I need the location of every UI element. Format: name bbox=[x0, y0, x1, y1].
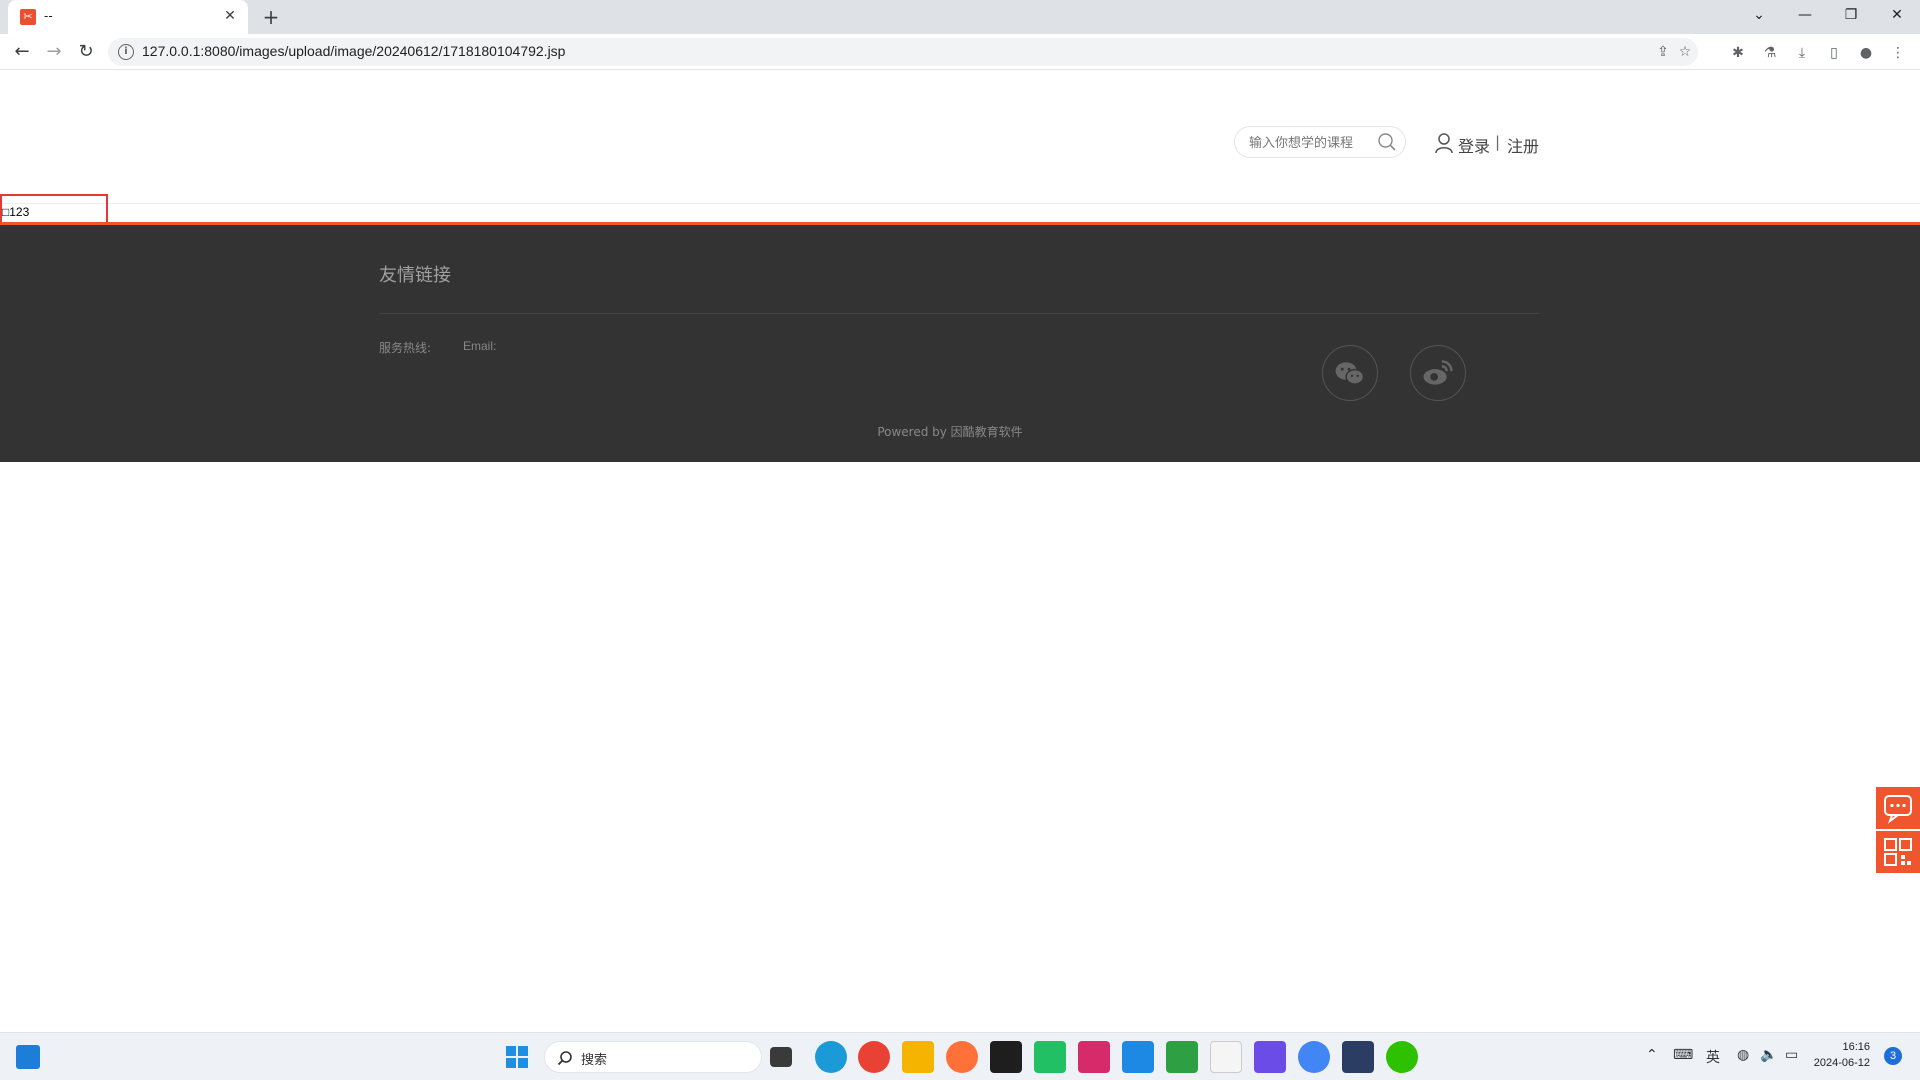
app-green-feather-icon[interactable] bbox=[1166, 1041, 1198, 1073]
app-bolt-icon[interactable] bbox=[1254, 1041, 1286, 1073]
labs-flask-icon[interactable]: ⚗ bbox=[1759, 42, 1781, 64]
app-green-icon[interactable] bbox=[1034, 1041, 1066, 1073]
login-link[interactable]: 登录 bbox=[1458, 133, 1490, 157]
register-link[interactable]: 注册 bbox=[1507, 133, 1539, 157]
header-divider bbox=[0, 203, 1920, 204]
chrome-active-icon[interactable] bbox=[1298, 1041, 1330, 1073]
course-search-input[interactable] bbox=[1249, 133, 1369, 153]
taskbar-search-label: 搜索 bbox=[581, 1053, 608, 1068]
powered-by-text: Powered by 因酷教育软件 bbox=[877, 425, 1023, 439]
widgets-icon[interactable] bbox=[16, 1045, 40, 1069]
web-page: 登录 | 注册 □123 友情链接 服务热线: Email: bbox=[0, 71, 1920, 1032]
taskbar-search[interactable]: 搜索 bbox=[544, 1041, 762, 1073]
footer-divider bbox=[379, 313, 1539, 314]
forward-arrow-icon[interactable]: → bbox=[40, 38, 68, 66]
file-explorer-icon[interactable] bbox=[902, 1041, 934, 1073]
close-window-button[interactable]: ✕ bbox=[1874, 0, 1920, 30]
system-clock[interactable]: 16:16 2024-06-12 bbox=[1800, 1039, 1870, 1071]
search-icon[interactable] bbox=[1377, 132, 1397, 152]
qrcode-float-button[interactable] bbox=[1876, 831, 1920, 873]
chat-bubble-icon bbox=[1884, 795, 1912, 824]
address-url[interactable]: 127.0.0.1:8080/images/upload/image/20240… bbox=[142, 43, 565, 59]
footer: 友情链接 服务热线: Email: Powered by 因酷教育软件 bbox=[0, 225, 1920, 462]
download-icon[interactable]: ⤓ bbox=[1791, 42, 1813, 64]
notification-badge[interactable]: 3 bbox=[1884, 1047, 1902, 1065]
kebab-menu-icon[interactable]: ⋮ bbox=[1887, 42, 1909, 64]
weibo-icon[interactable] bbox=[1410, 345, 1466, 401]
edge-browser-icon[interactable] bbox=[815, 1041, 847, 1073]
windows-start-icon[interactable] bbox=[505, 1045, 529, 1069]
browser-toolbar: ← → ↻ i 127.0.0.1:8080/images/upload/ima… bbox=[0, 34, 1920, 70]
share-icon[interactable]: ⇪ bbox=[1652, 42, 1674, 62]
restore-button[interactable]: ❐ bbox=[1828, 0, 1874, 30]
tab-close-icon[interactable]: ✕ bbox=[220, 6, 240, 26]
service-hotline-label: 服务热线: bbox=[379, 341, 432, 355]
intellij-idea-icon[interactable] bbox=[1078, 1041, 1110, 1073]
login-register-separator: | bbox=[1495, 133, 1501, 151]
profile-avatar-icon[interactable]: ● bbox=[1855, 42, 1877, 64]
chat-float-button[interactable] bbox=[1876, 787, 1920, 829]
chrome-icon[interactable] bbox=[858, 1041, 890, 1073]
minimize-button[interactable]: — bbox=[1782, 0, 1828, 30]
typora-icon[interactable] bbox=[1210, 1041, 1242, 1073]
terminal-icon[interactable] bbox=[990, 1041, 1022, 1073]
site-info-icon[interactable]: i bbox=[118, 44, 134, 60]
task-view-icon[interactable] bbox=[770, 1047, 792, 1067]
clock-date: 2024-06-12 bbox=[1813, 1057, 1870, 1069]
tab-search-chevron-icon[interactable]: ⌄ bbox=[1736, 0, 1782, 30]
keyboard-icon[interactable]: ⌨ bbox=[1673, 1047, 1693, 1063]
site-favicon-icon: ✂ bbox=[20, 9, 36, 25]
back-arrow-icon[interactable]: ← bbox=[8, 38, 36, 66]
extensions-puzzle-icon[interactable]: ✱ bbox=[1727, 42, 1749, 64]
clock-time: 16:16 bbox=[1842, 1041, 1870, 1053]
new-tab-button[interactable]: + bbox=[258, 4, 284, 30]
wechat-app-icon[interactable] bbox=[1386, 1041, 1418, 1073]
browser-tabbar: ✂ -- ✕ + ⌄ — ❐ ✕ bbox=[0, 0, 1920, 34]
firefox-icon[interactable] bbox=[946, 1041, 978, 1073]
tray-chevron-icon[interactable]: ⌃ bbox=[1646, 1047, 1658, 1063]
tab-title: -- bbox=[44, 8, 53, 23]
bookmark-star-icon[interactable]: ☆ bbox=[1674, 42, 1696, 62]
search-icon bbox=[557, 1051, 572, 1066]
reload-icon[interactable]: ↻ bbox=[72, 38, 100, 66]
ime-indicator[interactable]: 英 bbox=[1706, 1047, 1720, 1067]
volume-muted-icon[interactable]: 🔈 bbox=[1760, 1047, 1777, 1063]
address-bar[interactable]: i 127.0.0.1:8080/images/upload/image/202… bbox=[108, 38, 1698, 66]
browser-tab[interactable]: ✂ -- ✕ bbox=[8, 0, 248, 34]
app-cat-icon[interactable] bbox=[1342, 1041, 1374, 1073]
friend-links-title: 友情链接 bbox=[379, 265, 451, 286]
side-panel-icon[interactable]: ▯ bbox=[1823, 42, 1845, 64]
windows-taskbar: 搜索 ⌃ ⌨ 英 ◍ 🔈 ▭ 16:16 2024-06-12 3 bbox=[0, 1032, 1920, 1080]
network-globe-icon[interactable]: ◍ bbox=[1737, 1047, 1749, 1063]
wechat-icon[interactable] bbox=[1322, 345, 1378, 401]
app-p-icon[interactable] bbox=[1122, 1041, 1154, 1073]
course-search-box bbox=[1234, 126, 1406, 158]
user-icon bbox=[1435, 133, 1453, 154]
battery-icon[interactable]: ▭ bbox=[1785, 1047, 1798, 1063]
qrcode-icon bbox=[1884, 838, 1912, 866]
email-label: Email: bbox=[463, 339, 497, 353]
